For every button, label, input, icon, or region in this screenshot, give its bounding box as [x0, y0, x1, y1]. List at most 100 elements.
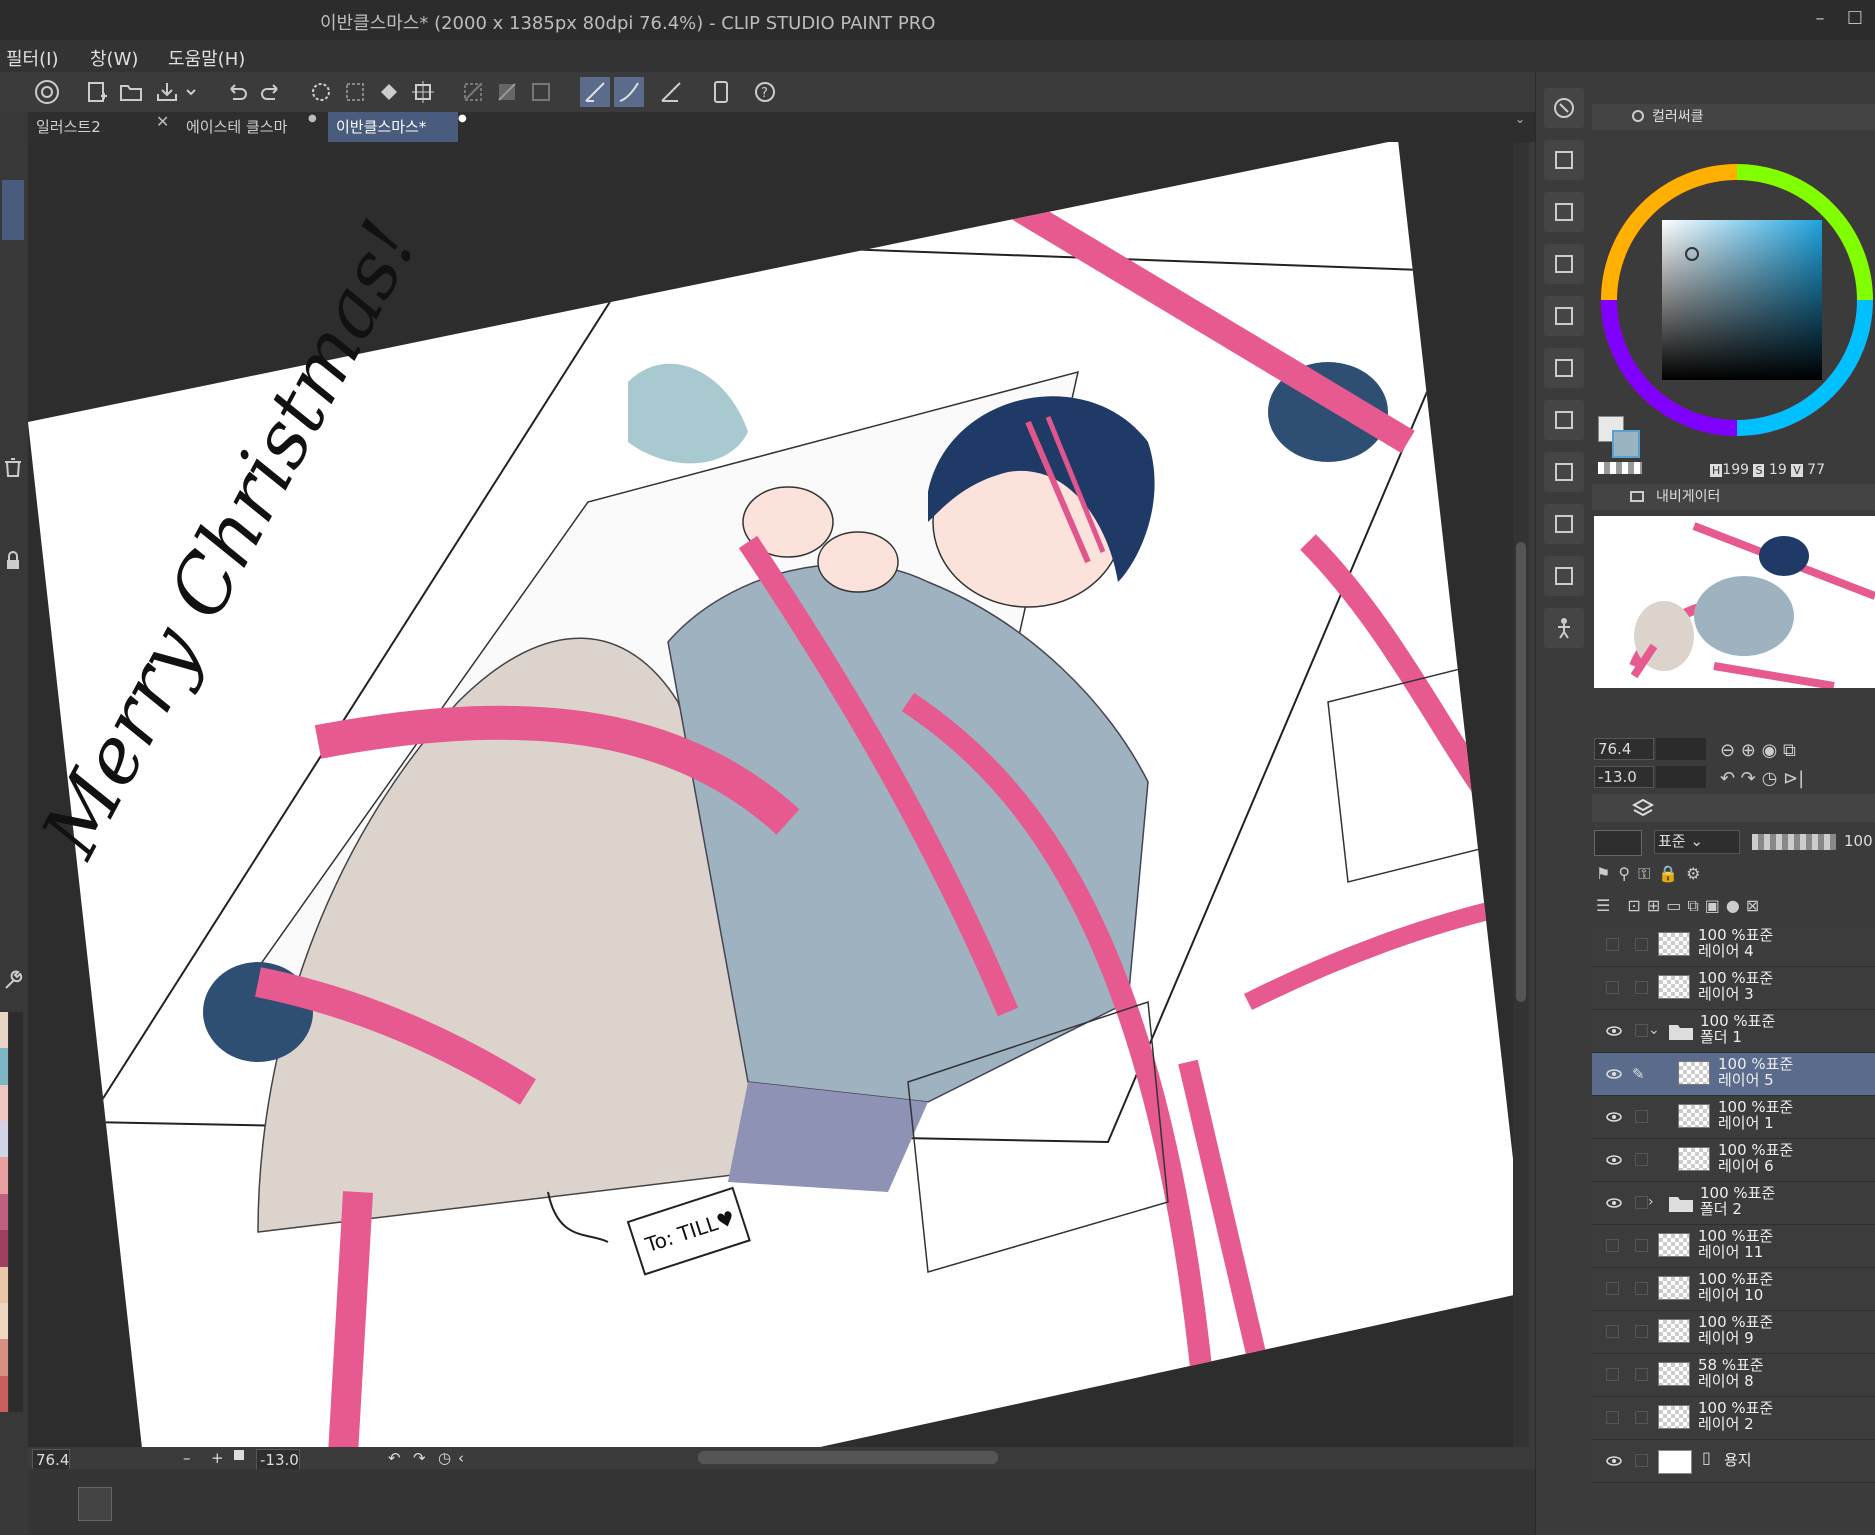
rotate-controls[interactable]: ↶ ↷ ◷ ⊳| — [1720, 768, 1804, 789]
panel-toggle-icon[interactable] — [78, 1487, 112, 1521]
edit-target-toggle[interactable] — [1635, 1024, 1648, 1037]
fill-icon[interactable] — [374, 77, 404, 107]
edit-target-toggle[interactable] — [1635, 1196, 1648, 1209]
rotate-right-icon[interactable]: ↷ — [413, 1449, 426, 1467]
menu-help[interactable]: 도움말(H) — [168, 45, 245, 71]
layer-row[interactable]: 100 %표준 레이어 1 — [1592, 1096, 1875, 1139]
expand-selection-icon[interactable] — [526, 77, 556, 107]
tab-close-icon[interactable]: ✕ — [156, 112, 169, 131]
lock-icon[interactable] — [2, 550, 24, 572]
layer-row[interactable]: ▯ 용지 — [1592, 1440, 1875, 1483]
tab-modified-dot[interactable]: ● — [458, 113, 467, 124]
layer-color-dropdown[interactable] — [1594, 830, 1642, 856]
undo-icon[interactable] — [222, 77, 252, 107]
color-set-strip[interactable] — [0, 1012, 8, 1412]
transparent-color-swatch[interactable] — [1598, 462, 1642, 474]
color-circle-header[interactable]: 컬러써클 — [1592, 104, 1875, 130]
edit-target-toggle[interactable] — [1635, 1454, 1648, 1467]
new-file-icon[interactable] — [82, 77, 112, 107]
tab-ivan-christmas[interactable]: 이반클스마스* — [328, 112, 458, 142]
color-swatch[interactable] — [0, 1266, 8, 1303]
color-swatch[interactable] — [0, 1230, 8, 1267]
chevron-down-icon[interactable]: ⌄ — [1648, 1022, 1660, 1038]
edit-target-toggle[interactable] — [1635, 1239, 1648, 1252]
visibility-toggle[interactable] — [1606, 1368, 1619, 1381]
visibility-toggle[interactable] — [1606, 1282, 1619, 1295]
layer-row[interactable]: 100 %표준 레이어 9 — [1592, 1311, 1875, 1354]
tool-slot[interactable] — [2, 180, 24, 240]
color-swatch[interactable] — [0, 1121, 8, 1158]
eye-icon[interactable] — [1606, 1453, 1622, 1469]
edit-target-toggle[interactable] — [1635, 1282, 1648, 1295]
edit-target-toggle[interactable] — [1635, 1153, 1648, 1166]
layer-row[interactable]: › 100 %표준 폴더 2 — [1592, 1182, 1875, 1225]
minimize-button[interactable]: – — [1805, 6, 1835, 32]
visibility-toggle[interactable] — [1606, 1239, 1619, 1252]
clear-outside-selection-icon[interactable] — [340, 77, 370, 107]
chevron-down-icon[interactable]: ⌄ — [1515, 112, 1525, 126]
eye-icon[interactable] — [1606, 1109, 1622, 1125]
eye-icon[interactable] — [1606, 1195, 1622, 1211]
edit-target-toggle[interactable] — [1635, 938, 1648, 951]
edit-target-toggle[interactable] — [1635, 1368, 1648, 1381]
visibility-toggle[interactable] — [1606, 981, 1619, 994]
navigator-icon[interactable] — [1544, 88, 1584, 128]
panel-icon[interactable] — [1544, 400, 1584, 440]
transform-icon[interactable] — [408, 77, 438, 107]
panel-icon[interactable] — [1544, 556, 1584, 596]
zoom-out-button[interactable]: – — [183, 1449, 191, 1467]
chevron-right-icon[interactable]: › — [1648, 1194, 1654, 1210]
artwork-canvas[interactable]: Merry Christmas! To: TILL♥ — [28, 142, 1528, 1447]
layer-row[interactable]: 100 %표준 레이어 2 — [1592, 1397, 1875, 1440]
eye-icon[interactable] — [1606, 1066, 1622, 1082]
zoom-controls[interactable]: ⊖ ⊕ ◉ ⧉ — [1720, 740, 1796, 761]
zoom-field[interactable]: 76.4 — [32, 1449, 71, 1471]
eye-icon[interactable] — [1606, 1023, 1622, 1039]
navigator-preview[interactable] — [1594, 516, 1875, 688]
reset-rotation-icon[interactable]: ◷ — [438, 1449, 451, 1467]
redo-icon[interactable] — [256, 77, 286, 107]
layer-row[interactable]: 100 %표준 레이어 10 — [1592, 1268, 1875, 1311]
rotate-left-icon[interactable]: ↶ — [388, 1449, 401, 1467]
color-swatch[interactable] — [0, 1012, 8, 1049]
panel-icon[interactable] — [1544, 296, 1584, 336]
help-icon[interactable]: ? — [750, 77, 780, 107]
open-folder-icon[interactable] — [116, 77, 146, 107]
visibility-toggle[interactable] — [1606, 938, 1619, 951]
edit-target-toggle[interactable] — [1635, 1411, 1648, 1424]
panel-icon[interactable] — [1544, 504, 1584, 544]
navigator-angle-field[interactable]: -13.0 — [1594, 766, 1654, 788]
zoom-slider[interactable] — [1656, 738, 1706, 760]
horizontal-scroll-thumb[interactable] — [698, 1451, 998, 1464]
color-swatch[interactable] — [0, 1193, 8, 1231]
color-swatch[interactable] — [0, 1048, 8, 1085]
navigator-header[interactable]: 내비게이터 — [1592, 484, 1875, 510]
canvas-vertical-scrollbar[interactable] — [1513, 142, 1529, 1447]
scroll-thumb[interactable] — [1516, 542, 1526, 1002]
character-pose-icon[interactable] — [1544, 608, 1584, 648]
layer-row[interactable]: 100 %표준 레이어 11 — [1592, 1225, 1875, 1268]
deselect-icon[interactable] — [458, 77, 488, 107]
layer-row[interactable]: ✎ 100 %표준 레이어 5 — [1592, 1053, 1875, 1096]
tab-illust2[interactable]: 일러스트2 — [28, 112, 150, 142]
angle-slider[interactable] — [1656, 766, 1706, 788]
clear-icon[interactable] — [306, 77, 336, 107]
edit-target-toggle[interactable] — [1635, 1325, 1648, 1338]
trash-icon[interactable] — [2, 456, 24, 478]
opacity-slider[interactable] — [1752, 834, 1836, 850]
menu-filter[interactable]: 필터(I) — [6, 45, 58, 71]
zoom-in-button[interactable]: + — [211, 1449, 224, 1467]
blend-mode-select[interactable]: 표준 ⌄ — [1654, 830, 1740, 854]
panel-icon[interactable] — [1544, 348, 1584, 388]
panel-icon[interactable] — [1544, 452, 1584, 492]
invert-selection-icon[interactable] — [492, 77, 522, 107]
color-swatch[interactable] — [0, 1084, 8, 1122]
visibility-toggle[interactable] — [1606, 1411, 1619, 1424]
layer-row[interactable]: 100 %표준 레이어 6 — [1592, 1139, 1875, 1182]
panel-icon[interactable] — [1544, 192, 1584, 232]
eye-icon[interactable] — [1606, 1152, 1622, 1168]
layer-row[interactable]: 100 %표준 레이어 3 — [1592, 967, 1875, 1010]
wrench-icon[interactable] — [2, 970, 24, 992]
menu-window[interactable]: 창(W) — [90, 45, 138, 71]
layer-action-buttons[interactable]: ☰ ⊡⊞▭⧉▣●⊠ — [1596, 896, 1875, 922]
